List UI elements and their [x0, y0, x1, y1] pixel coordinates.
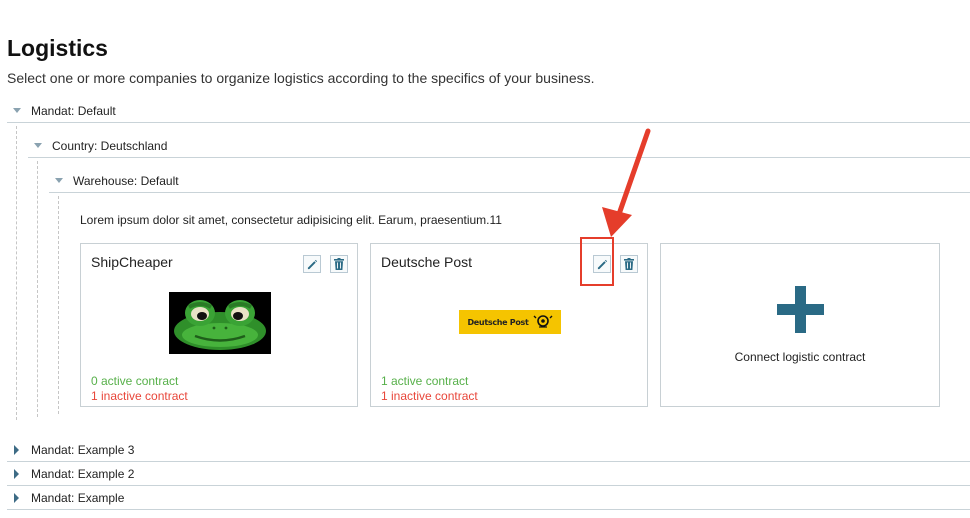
caret-right-icon [14, 492, 19, 503]
tree-node-mandat-default[interactable]: Mandat: Default [7, 99, 970, 123]
inactive-contracts: 1 inactive contract [381, 389, 478, 403]
tree-node-warehouse[interactable]: Warehouse: Default [49, 169, 970, 193]
trash-icon [624, 258, 634, 270]
pencil-icon [307, 259, 317, 269]
active-contracts: 0 active contract [91, 374, 179, 388]
tree-node-label: Mandat: Example 2 [31, 466, 135, 481]
tree-node-country[interactable]: Country: Deutschland [28, 134, 970, 158]
caret-right-icon [14, 444, 19, 455]
caret-down-icon [55, 178, 63, 183]
logistic-card-shipcheaper: ShipCheaper 0 active contract 1 inactive… [80, 243, 358, 407]
tree-node-mandat-example-3[interactable]: Mandat: Example 3 [7, 438, 970, 462]
active-contracts: 1 active contract [381, 374, 469, 388]
tree-node-mandat-example[interactable]: Mandat: Example [7, 486, 970, 510]
tree-node-label: Warehouse: Default [73, 173, 179, 188]
caret-down-icon [34, 143, 42, 148]
plus-icon [777, 286, 824, 333]
warehouse-description: Lorem ipsum dolor sit amet, consectetur … [80, 213, 502, 227]
card-title: ShipCheaper [91, 254, 173, 270]
tree-guide-line [16, 126, 17, 420]
page-subtitle: Select one or more companies to organize… [7, 70, 595, 86]
tree-node-label: Mandat: Example [31, 490, 125, 505]
logo-wordmark: Deutsche Post [467, 317, 529, 327]
annotation-arrow-icon [602, 128, 651, 237]
post-horn-icon [533, 315, 553, 328]
trash-icon [334, 258, 344, 270]
page-title: Logistics [7, 35, 108, 61]
edit-button[interactable] [303, 255, 321, 273]
tree-node-label: Mandat: Example 3 [31, 442, 135, 457]
inactive-contracts: 1 inactive contract [91, 389, 188, 403]
card-title: Deutsche Post [381, 254, 473, 270]
delete-button[interactable] [330, 255, 348, 273]
delete-button[interactable] [620, 255, 638, 273]
caret-right-icon [14, 468, 19, 479]
deutsche-post-logo: Deutsche Post [459, 310, 561, 334]
frog-logo [169, 292, 271, 354]
tree-guide-line [58, 196, 59, 414]
tree-node-label: Country: Deutschland [52, 138, 168, 153]
connect-logistic-contract-label: Connect logistic contract [734, 350, 866, 364]
tree-node-mandat-example-2[interactable]: Mandat: Example 2 [7, 462, 970, 486]
tree-node-label: Mandat: Default [31, 103, 116, 118]
tree-guide-line [37, 161, 38, 417]
connect-logistic-contract-card[interactable]: Connect logistic contract [660, 243, 940, 407]
caret-down-icon [13, 108, 21, 113]
